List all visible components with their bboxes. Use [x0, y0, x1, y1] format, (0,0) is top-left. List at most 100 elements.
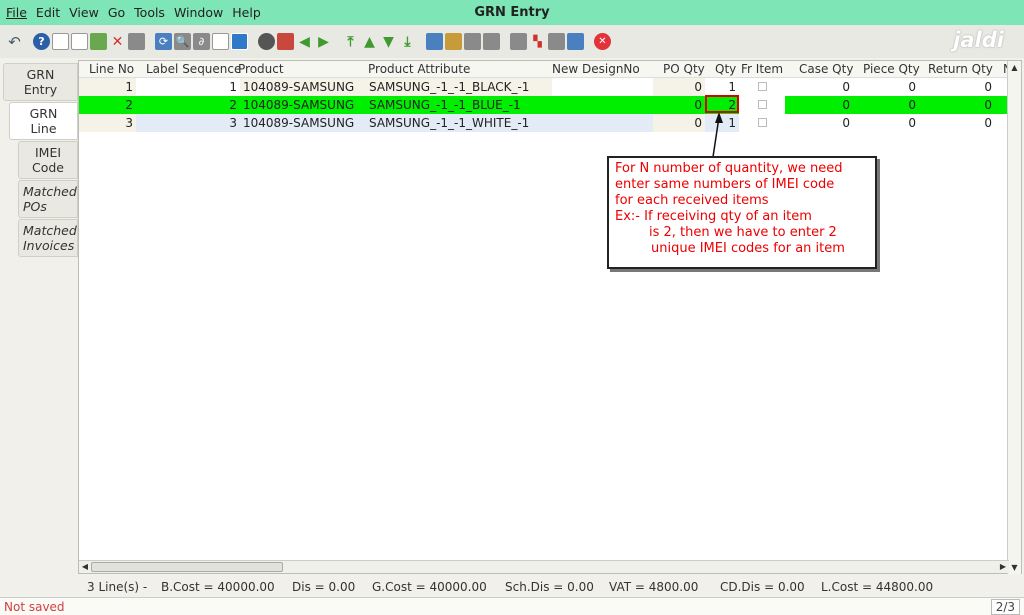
table-row[interactable]: 1 1 104089-SAMSUNG SAMSUNG_-1_-1_BLACK_-… [79, 78, 1007, 96]
cell-po-qty[interactable]: 0 [653, 114, 705, 132]
first-record-icon[interactable]: ⤒ [342, 33, 359, 50]
scroll-thumb[interactable] [91, 562, 283, 572]
save-disk-icon[interactable] [128, 33, 145, 50]
cell-n[interactable] [995, 96, 1007, 114]
cell-line-no[interactable]: 1 [79, 78, 136, 96]
tab-matched-pos[interactable]: Matched POs [18, 180, 78, 218]
table-row[interactable]: 3 3 104089-SAMSUNG SAMSUNG_-1_-1_WHITE_-… [79, 114, 1007, 132]
cell-product-attribute[interactable]: SAMSUNG_-1_-1_WHITE_-1 [366, 114, 552, 132]
col-case-qty[interactable]: Case Qty [799, 62, 853, 76]
menu-help[interactable]: Help [232, 5, 261, 20]
delete-icon[interactable]: ✕ [109, 33, 126, 50]
product-info-icon[interactable] [567, 33, 584, 50]
menu-edit[interactable]: Edit [36, 5, 60, 20]
table-row-selected[interactable]: 2 2 104089-SAMSUNG SAMSUNG_-1_-1_BLUE_-1… [79, 96, 1007, 114]
cell-case-qty[interactable]: 0 [785, 96, 853, 114]
col-fr-item[interactable]: Fr Item [741, 62, 783, 76]
menu-tools[interactable]: Tools [134, 5, 165, 20]
cell-new-designno[interactable] [552, 96, 653, 114]
cell-case-qty[interactable]: 0 [785, 78, 853, 96]
cell-fr-item[interactable] [739, 96, 785, 114]
previous-record-icon[interactable]: ▲ [361, 33, 378, 50]
cell-fr-item[interactable] [739, 78, 785, 96]
col-new-designno[interactable]: New DesignNo [552, 62, 640, 76]
save-icon[interactable] [90, 33, 107, 50]
col-product[interactable]: Product [238, 62, 284, 76]
menu-view[interactable]: View [69, 5, 99, 20]
new-record-icon[interactable] [52, 33, 69, 50]
vertical-scrollbar[interactable]: ▲ ▼ [1007, 61, 1021, 574]
workflow-icon[interactable]: ▚ [529, 33, 546, 50]
cell-label-sequence[interactable]: 3 [136, 114, 240, 132]
cell-piece-qty[interactable]: 0 [853, 78, 919, 96]
fr-item-checkbox[interactable] [757, 100, 767, 109]
cell-product[interactable]: 104089-SAMSUNG [240, 78, 366, 96]
cell-new-designno[interactable] [552, 114, 653, 132]
next-record-icon[interactable]: ▼ [380, 33, 397, 50]
menu-file[interactable]: File [6, 5, 27, 20]
tab-grn-line[interactable]: GRN Line [9, 102, 78, 140]
fr-item-checkbox[interactable] [757, 118, 767, 127]
cell-qty[interactable]: 1 [705, 114, 739, 132]
cell-piece-qty[interactable]: 0 [853, 114, 919, 132]
archive-icon[interactable] [445, 33, 462, 50]
col-product-attribute[interactable]: Product Attribute [368, 62, 470, 76]
history-icon[interactable] [258, 33, 275, 50]
last-record-icon[interactable]: ⤓ [399, 33, 416, 50]
cell-product-attribute[interactable]: SAMSUNG_-1_-1_BLUE_-1 [366, 96, 552, 114]
cell-return-qty[interactable]: 0 [919, 78, 995, 96]
col-label-sequence[interactable]: Label Sequence [146, 62, 241, 76]
copy-record-icon[interactable] [71, 33, 88, 50]
record-indicator[interactable]: 2/3 [990, 599, 1020, 615]
detail-record-icon[interactable]: ▶ [315, 33, 332, 50]
tab-imei-code[interactable]: IMEI Code [18, 141, 78, 179]
print-preview-icon[interactable] [464, 33, 481, 50]
menu-window[interactable]: Window [174, 5, 223, 20]
cell-piece-qty[interactable]: 0 [853, 96, 919, 114]
attachment-icon[interactable]: ∂ [193, 33, 210, 50]
scroll-left-icon[interactable]: ◀ [79, 561, 91, 573]
horizontal-scrollbar[interactable]: ◀ ▶ [79, 560, 1009, 573]
refresh-icon[interactable]: ⟳ [155, 33, 172, 50]
menu-go[interactable]: Go [108, 5, 125, 20]
tab-matched-invoices[interactable]: Matched Invoices [18, 219, 78, 257]
scroll-down-icon[interactable]: ▼ [1008, 561, 1021, 574]
cell-new-designno[interactable] [552, 78, 653, 96]
close-window-icon[interactable]: ✕ [594, 33, 611, 50]
help-icon[interactable]: ? [33, 33, 50, 50]
cell-label-sequence[interactable]: 2 [136, 96, 240, 114]
col-qty[interactable]: Qty [715, 62, 736, 76]
zoom-across-icon[interactable] [510, 33, 527, 50]
undo-icon[interactable]: ↶ [6, 33, 23, 51]
col-piece-qty[interactable]: Piece Qty [863, 62, 920, 76]
tab-grn-entry[interactable]: GRN Entry [3, 63, 78, 101]
cell-fr-item[interactable] [739, 114, 785, 132]
find-icon[interactable]: 🔍 [174, 33, 191, 50]
cell-product[interactable]: 104089-SAMSUNG [240, 114, 366, 132]
cell-return-qty[interactable]: 0 [919, 114, 995, 132]
col-return-qty[interactable]: Return Qty [928, 62, 993, 76]
cell-po-qty[interactable]: 0 [653, 96, 705, 114]
parent-record-icon[interactable]: ◀ [296, 33, 313, 50]
cell-label-sequence[interactable]: 1 [136, 78, 240, 96]
fr-item-checkbox[interactable] [757, 82, 767, 91]
scroll-up-icon[interactable]: ▲ [1008, 61, 1021, 74]
home-icon[interactable] [277, 33, 294, 50]
cell-case-qty[interactable]: 0 [785, 114, 853, 132]
print-icon[interactable] [483, 33, 500, 50]
request-icon[interactable] [548, 33, 565, 50]
cell-product-attribute[interactable]: SAMSUNG_-1_-1_BLACK_-1 [366, 78, 552, 96]
col-po-qty[interactable]: PO Qty [663, 62, 705, 76]
report-icon[interactable] [426, 33, 443, 50]
cell-po-qty[interactable]: 0 [653, 78, 705, 96]
cell-return-qty[interactable]: 0 [919, 96, 995, 114]
col-line-no[interactable]: Line No [89, 62, 134, 76]
grid-toggle-icon[interactable] [231, 33, 248, 50]
chat-icon[interactable] [212, 33, 229, 50]
cell-line-no[interactable]: 2 [79, 96, 136, 114]
cell-product[interactable]: 104089-SAMSUNG [240, 96, 366, 114]
menu-bar: File Edit View Go Tools Window Help GRN … [0, 0, 1024, 25]
cell-qty[interactable]: 1 [705, 78, 739, 96]
cell-line-no[interactable]: 3 [79, 114, 136, 132]
scroll-right-icon[interactable]: ▶ [997, 561, 1009, 573]
